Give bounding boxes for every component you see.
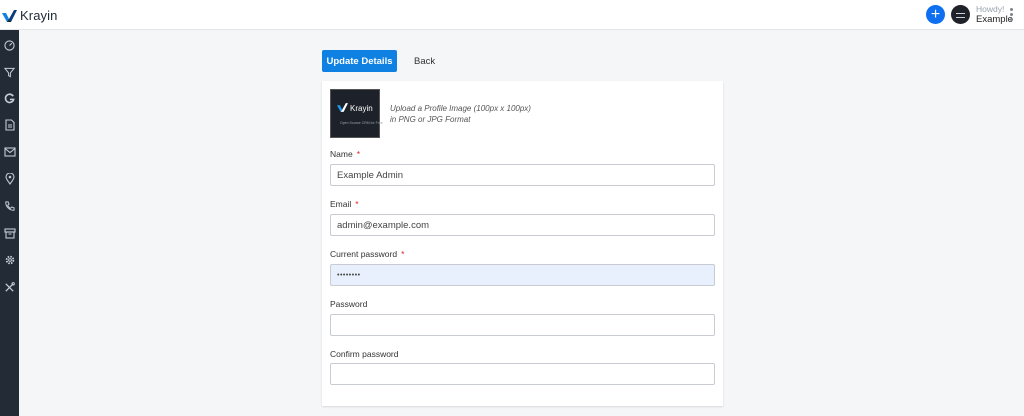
confirm-password-label: Confirm password	[330, 349, 399, 359]
sidebar-item-mail[interactable]	[0, 115, 19, 135]
upload-hint-line2: in PNG or JPG Format	[390, 115, 471, 124]
name-label: Name *	[330, 149, 360, 159]
g-icon	[4, 92, 15, 103]
profile-card: Krayin Open Source CRM for Free Upload a…	[322, 81, 723, 406]
brand[interactable]: Krayin	[2, 8, 57, 23]
password-label: Password	[330, 299, 368, 309]
gear-icon	[5, 255, 14, 265]
user-name[interactable]: Example	[976, 14, 1013, 25]
current-password-label-text: Current password	[330, 249, 398, 259]
required-marker: *	[356, 149, 360, 159]
tools-icon	[5, 281, 15, 292]
gauge-icon	[4, 39, 15, 51]
name-field[interactable]	[330, 164, 715, 186]
add-button[interactable]: +	[926, 5, 945, 24]
confirm-password-field[interactable]	[330, 363, 715, 385]
required-marker: *	[401, 249, 405, 259]
update-details-button[interactable]: Update Details	[322, 50, 397, 72]
filter-icon	[4, 67, 15, 77]
sidebar-item-dashboard[interactable]	[0, 35, 19, 55]
avatar[interactable]	[951, 5, 970, 24]
sidebar	[0, 30, 19, 416]
location-icon	[4, 173, 15, 185]
sidebar-item-leads[interactable]	[0, 62, 19, 82]
mail-icon	[3, 147, 16, 157]
sidebar-item-email[interactable]	[0, 142, 19, 162]
sidebar-item-activities[interactable]	[0, 169, 19, 189]
email-label: Email *	[330, 199, 359, 209]
sidebar-item-products[interactable]	[0, 223, 19, 243]
document-icon	[4, 119, 15, 131]
sidebar-item-contacts[interactable]	[0, 196, 19, 216]
profile-image-brand: Krayin	[350, 104, 373, 113]
sidebar-item-configuration[interactable]	[0, 277, 19, 297]
brand-name: Krayin	[20, 8, 58, 23]
profile-image-tagline: Open Source CRM for Free	[340, 121, 383, 125]
krayin-logo-icon	[337, 103, 348, 112]
profile-image[interactable]: Krayin Open Source CRM for Free	[330, 89, 383, 138]
add-icon: +	[930, 6, 941, 23]
email-field[interactable]	[330, 214, 715, 236]
current-password-field[interactable]	[330, 264, 715, 286]
sidebar-item-settings[interactable]	[0, 250, 19, 270]
top-header: Krayin + Howdy! Example	[0, 0, 1024, 30]
krayin-logo-icon	[2, 9, 17, 22]
required-marker: *	[355, 199, 359, 209]
name-label-text: Name	[330, 149, 353, 159]
greeting: Howdy!	[976, 4, 1005, 14]
upload-hint: Upload a Profile Image (100px x 100px) i…	[390, 103, 560, 125]
phone-icon	[5, 200, 15, 211]
upload-hint-line1: Upload a Profile Image (100px x 100px)	[390, 104, 531, 113]
password-field[interactable]	[330, 314, 715, 336]
email-label-text: Email	[330, 199, 352, 209]
archive-icon	[3, 227, 16, 239]
back-button[interactable]: Back	[407, 50, 442, 72]
sidebar-item-quotes[interactable]	[0, 88, 19, 108]
more-vertical-icon[interactable]	[1010, 8, 1014, 22]
current-password-label: Current password *	[330, 249, 404, 259]
